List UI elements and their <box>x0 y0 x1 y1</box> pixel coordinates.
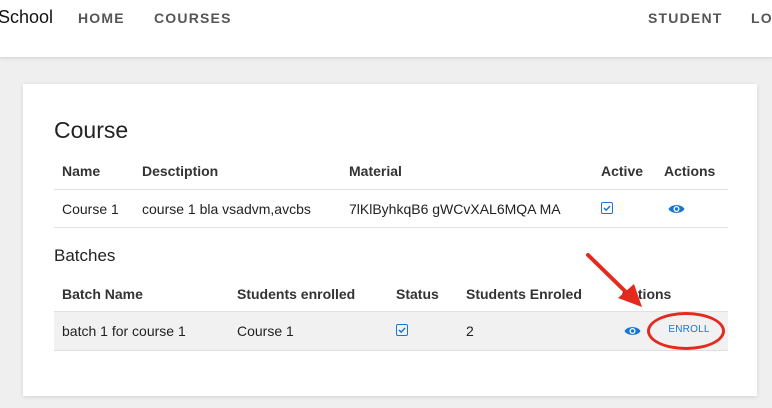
top-navbar: School HOME COURSES STUDENT LO <box>0 0 772 58</box>
nav-logout[interactable]: LO <box>751 10 772 26</box>
nav-student[interactable]: STUDENT <box>648 10 723 26</box>
course-header-name: Name <box>62 163 101 179</box>
batch-header-name: Batch Name <box>62 286 143 302</box>
course-row-divider <box>54 227 728 228</box>
course-header-material: Material <box>349 163 402 179</box>
batch-header-students-enrolled: Students enrolled <box>237 286 356 302</box>
course-row-name: Course 1 <box>62 201 119 217</box>
course-row-description: course 1 bla vsadvm,avcbs <box>142 201 311 217</box>
nav-courses[interactable]: COURSES <box>154 10 232 26</box>
brand-logo[interactable]: School <box>0 7 53 28</box>
course-row-material: 7lKlByhkqB6 gWCvXAL6MQA MA <box>349 201 561 217</box>
annotation-ellipse <box>647 312 725 350</box>
batch-status-checkbox-icon[interactable] <box>396 324 408 336</box>
course-active-checkbox-icon[interactable] <box>601 202 613 214</box>
course-header-active: Active <box>601 163 644 179</box>
batch-view-eye-icon[interactable] <box>624 324 641 342</box>
batch-row-students-enrolled: Course 1 <box>237 323 294 339</box>
batch-row-divider <box>54 350 728 351</box>
course-view-eye-icon[interactable] <box>668 202 685 220</box>
course-header-actions: Actions <box>664 163 716 179</box>
annotation-arrow-icon <box>586 253 642 307</box>
course-header-divider <box>54 189 728 190</box>
course-header-description: Desctiption <box>142 163 219 179</box>
batch-row-students-enroled: 2 <box>466 323 474 339</box>
course-title: Course <box>54 117 129 143</box>
batch-header-status: Status <box>396 286 439 302</box>
batch-header-students-enroled: Students Enroled <box>466 286 582 302</box>
batches-title: Batches <box>54 246 116 265</box>
nav-home[interactable]: HOME <box>78 10 125 26</box>
batch-row-name: batch 1 for course 1 <box>62 323 186 339</box>
